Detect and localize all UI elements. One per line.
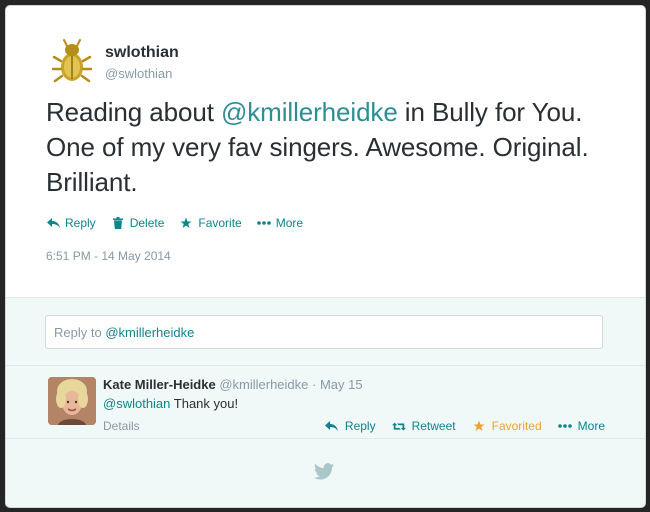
person-avatar-icon [48, 377, 96, 425]
reply-header: Kate Miller-Heidke @kmillerheidke · May … [103, 377, 363, 392]
trash-icon [111, 216, 125, 230]
favorite-label: Favorite [198, 216, 242, 230]
reply-button[interactable]: Reply [46, 216, 96, 230]
delete-label: Delete [129, 216, 165, 230]
scarab-icon [48, 37, 96, 85]
tweet-text-prefix: Reading about [46, 97, 221, 127]
reply-area: Reply to @kmillerheidke Kate Miller-Heid… [6, 297, 645, 507]
reply-avatar[interactable] [48, 377, 96, 425]
reply-label: Reply [65, 216, 96, 230]
favorited-button[interactable]: Favorited [472, 419, 542, 433]
reply-tweet: Kate Miller-Heidke @kmillerheidke · May … [6, 365, 645, 439]
star-icon [472, 419, 486, 433]
star-icon [179, 216, 193, 230]
tweet-card: swlothian @swlothian Reading about @kmil… [5, 5, 646, 508]
reply-input-mention: @kmillerheidke [105, 325, 195, 340]
tweet-main: swlothian @swlothian Reading about @kmil… [6, 6, 645, 297]
avatar[interactable] [48, 37, 96, 85]
reply-icon [325, 419, 339, 433]
reply-text: @swlothian Thank you! [103, 396, 238, 411]
tweet-text: Reading about @kmillerheidke in Bully fo… [46, 95, 626, 200]
author-handle[interactable]: @swlothian [105, 66, 172, 81]
more-icon [256, 216, 271, 230]
reply-text-body: Thank you! [170, 396, 239, 411]
author-name[interactable]: swlothian [105, 44, 179, 62]
reply-reply-button[interactable]: Reply [325, 419, 376, 433]
reply-input[interactable]: Reply to @kmillerheidke [45, 315, 603, 349]
more-icon [557, 419, 572, 433]
more-button[interactable]: More [256, 216, 304, 230]
reply-icon [46, 216, 60, 230]
reply-mention-link[interactable]: @swlothian [103, 396, 170, 411]
twitter-bird-icon [314, 463, 334, 481]
more-label: More [275, 216, 304, 230]
retweet-button[interactable]: Retweet [391, 419, 456, 433]
reply-author-name[interactable]: Kate Miller-Heidke [103, 377, 216, 392]
retweet-icon [391, 419, 406, 433]
reply-reply-label: Reply [344, 419, 376, 433]
tweet-actions: Reply Delete Favorite More [46, 216, 303, 230]
reply-handle-date[interactable]: @kmillerheidke · May 15 [219, 377, 362, 392]
details-link[interactable]: Details [103, 419, 140, 433]
reply-more-label: More [577, 419, 605, 433]
reply-actions: Reply Retweet Favorited More [325, 419, 605, 433]
reply-input-prefix: Reply to [54, 325, 106, 340]
mention-link[interactable]: @kmillerheidke [221, 97, 398, 127]
reply-more-button[interactable]: More [557, 419, 605, 433]
favorited-label: Favorited [491, 419, 542, 433]
tweet-timestamp[interactable]: 6:51 PM - 14 May 2014 [46, 249, 171, 263]
favorite-button[interactable]: Favorite [179, 216, 242, 230]
retweet-label: Retweet [411, 419, 456, 433]
delete-button[interactable]: Delete [111, 216, 165, 230]
